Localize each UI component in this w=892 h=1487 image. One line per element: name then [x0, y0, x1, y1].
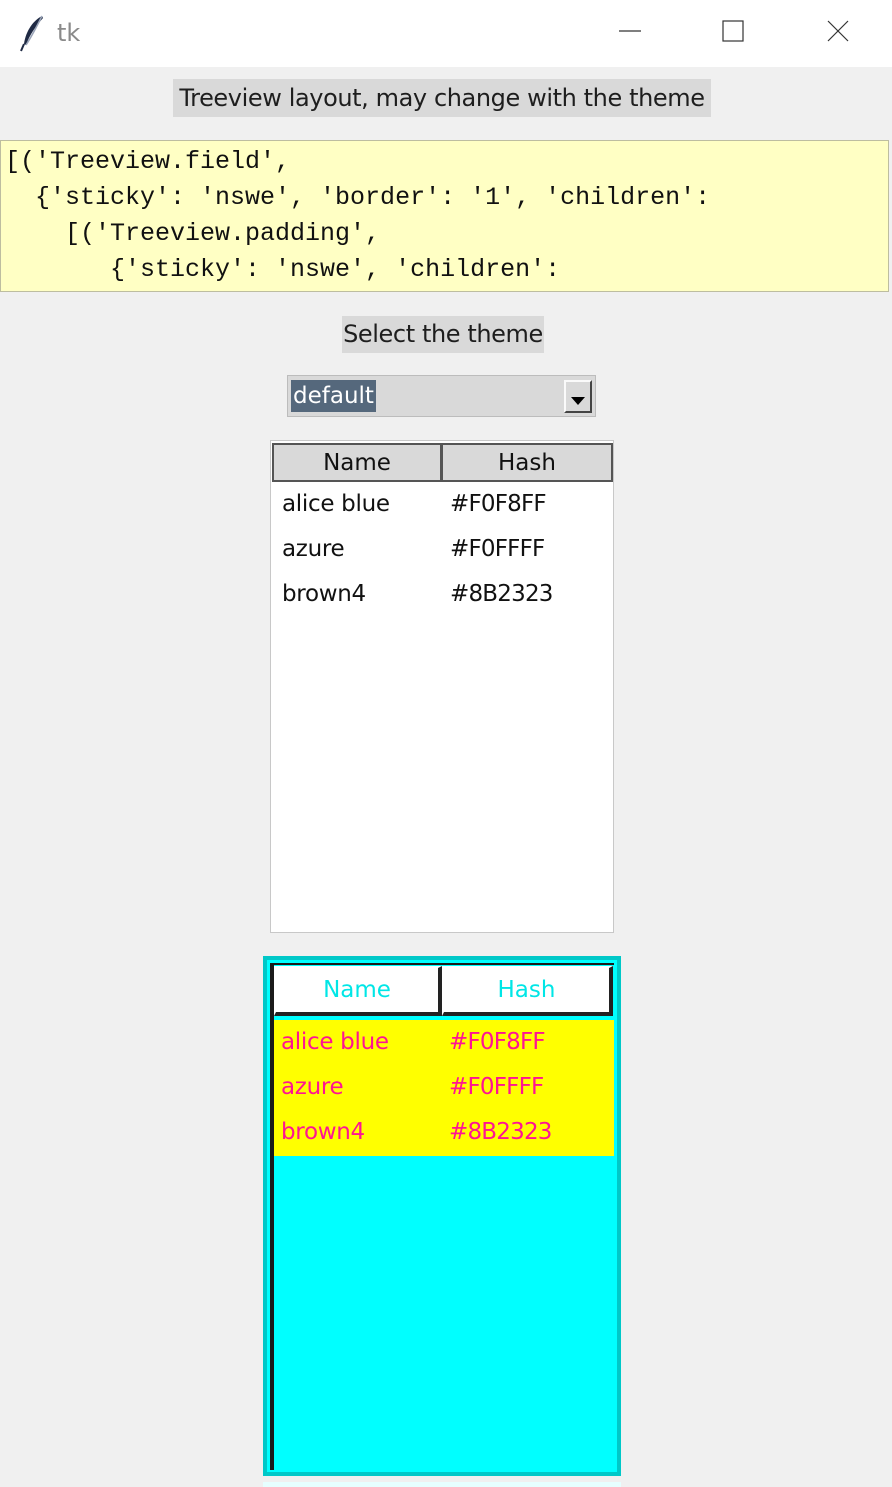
bottom-edge [263, 1482, 621, 1487]
cell-name: azure [282, 536, 345, 562]
table-row[interactable]: azure #F0FFFF [274, 1065, 614, 1110]
treeview-styled[interactable]: Name Hash alice blue #F0F8FF azure #F0FF… [263, 956, 621, 1476]
cell-hash: #F0F8FF [449, 1029, 546, 1055]
table-row[interactable]: brown4 #8B2323 [274, 1110, 614, 1155]
table-row[interactable]: brown4 #8B2323 [271, 572, 613, 617]
table-row[interactable]: azure #F0FFFF [271, 527, 613, 572]
cell-hash: #F0FFFF [449, 1074, 544, 1100]
table-row[interactable]: alice blue #F0F8FF [271, 482, 613, 527]
column-header-name[interactable]: Name [272, 443, 442, 482]
layout-text-display[interactable]: [('Treeview.field', {'sticky': 'nswe', '… [0, 140, 889, 292]
cell-hash: #F0FFFF [450, 536, 545, 562]
window-title: tk [57, 19, 81, 47]
treeview-styled-body: Name Hash alice blue #F0F8FF azure #F0FF… [270, 963, 614, 1470]
theme-combobox-arrow[interactable] [564, 380, 592, 413]
minimize-icon [619, 30, 641, 32]
feather-icon [20, 14, 46, 52]
close-button[interactable] [786, 0, 890, 62]
title-bar: tk [0, 0, 892, 67]
cell-hash: #F0F8FF [450, 491, 547, 517]
cell-name: alice blue [282, 491, 390, 517]
treeview-default[interactable]: Name Hash alice blue #F0F8FF azure #F0FF… [270, 440, 614, 933]
maximize-icon [722, 20, 744, 42]
maximize-button[interactable] [681, 0, 785, 62]
cell-name: azure [281, 1074, 344, 1100]
rows-background: alice blue #F0F8FF azure #F0FFFF brown4 … [274, 1020, 614, 1156]
theme-combobox[interactable]: default [287, 375, 596, 417]
column-header-name[interactable]: Name [274, 966, 442, 1016]
close-icon [827, 20, 849, 42]
theme-label: Select the theme [342, 316, 544, 353]
table-row[interactable]: alice blue #F0F8FF [274, 1020, 614, 1065]
cell-name: brown4 [281, 1119, 365, 1145]
cell-name: brown4 [282, 581, 366, 607]
cell-hash: #8B2323 [449, 1119, 552, 1145]
cell-name: alice blue [281, 1029, 389, 1055]
info-label: Treeview layout, may change with the the… [173, 79, 711, 117]
column-header-hash[interactable]: Hash [441, 443, 613, 482]
theme-combobox-value[interactable]: default [291, 380, 376, 412]
minimize-button[interactable] [578, 0, 682, 62]
dropdown-arrow-icon [571, 397, 585, 405]
column-header-hash[interactable]: Hash [442, 966, 613, 1016]
cell-hash: #8B2323 [450, 581, 553, 607]
